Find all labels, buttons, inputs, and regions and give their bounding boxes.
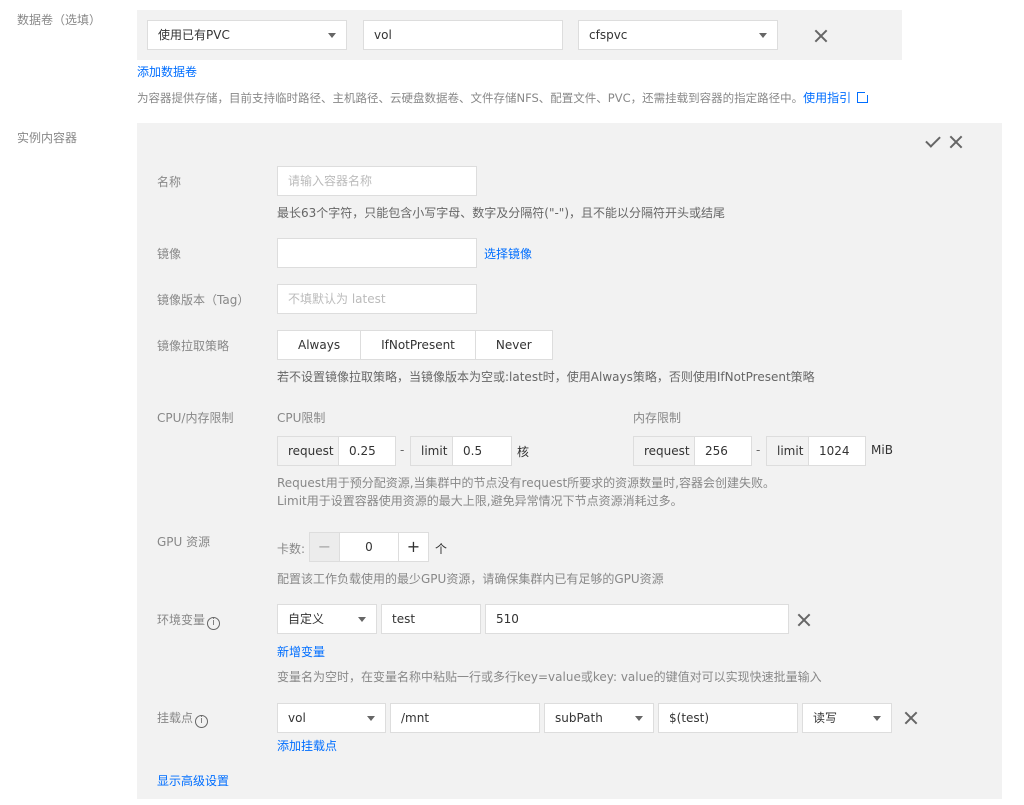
info-icon[interactable]: i — [195, 715, 209, 728]
mem-limit-addon: limit — [766, 436, 809, 466]
env-key-input[interactable]: test — [381, 604, 481, 634]
volumes-label: 数据卷（选填） — [17, 13, 102, 27]
volume-type-select[interactable]: 使用已有PVC — [147, 20, 347, 50]
pull-policy-hint: 若不设置镜像拉取策略，当镜像版本为空或:latest时，使用Always策略，否… — [277, 370, 815, 384]
env-value-textarea[interactable]: 510 — [485, 604, 789, 634]
info-icon[interactable]: i — [207, 617, 221, 630]
cpu-dash: - — [400, 443, 405, 457]
pull-policy-segment: Always IfNotPresent Never — [277, 330, 553, 360]
mount-volume-select[interactable]: vol — [277, 703, 386, 733]
env-hint: 变量名为空时，在变量名称中粘贴一行或多行key=value或key: value… — [277, 670, 822, 684]
cpu-request-addon: request — [277, 436, 339, 466]
container-name-input[interactable]: 请输入容器名称 — [277, 166, 477, 196]
mem-dash: - — [756, 443, 761, 457]
remove-env-icon[interactable] — [796, 612, 812, 628]
image-input[interactable] — [277, 238, 477, 268]
add-volume-link[interactable]: 添加数据卷 — [137, 63, 197, 80]
cpu-limit-input[interactable]: 0.5 — [452, 436, 512, 466]
tag-input[interactable]: 不填默认为 latest — [277, 284, 477, 314]
cpu-limit-title: CPU限制 — [277, 411, 326, 425]
pull-policy-ifnotpresent[interactable]: IfNotPresent — [361, 331, 476, 359]
mem-limit-input[interactable]: 1024 — [808, 436, 866, 466]
mount-subpath-select[interactable]: subPath — [544, 703, 654, 733]
mem-request-input[interactable]: 256 — [694, 436, 752, 466]
cpu-unit: 核 — [517, 445, 530, 459]
add-env-link[interactable]: 新增变量 — [277, 643, 325, 660]
mount-path-input[interactable]: /mnt — [390, 703, 540, 733]
gpu-count-input[interactable]: 0 — [339, 532, 399, 562]
mount-mode-select[interactable]: 读写 — [802, 703, 892, 733]
env-type-select[interactable]: 自定义 — [277, 604, 377, 634]
env-label: 环境变量 i — [157, 611, 221, 630]
cpu-limit-addon: limit — [410, 436, 453, 466]
pull-policy-never[interactable]: Never — [476, 331, 552, 359]
name-hint: 最长63个字符，只能包含小写字母、数字及分隔符("-")，且不能以分隔符开头或结… — [277, 206, 726, 220]
select-image-link[interactable]: 选择镜像 — [484, 245, 532, 262]
cpu-request-input[interactable]: 0.25 — [338, 436, 396, 466]
remove-volume-icon[interactable] — [813, 28, 829, 44]
name-label: 名称 — [157, 175, 182, 189]
gpu-label: GPU 资源 — [157, 535, 211, 549]
pull-policy-always[interactable]: Always — [278, 331, 362, 359]
cpu-mem-label: CPU/内存限制 — [157, 411, 234, 425]
tag-label: 镜像版本（Tag） — [157, 293, 250, 307]
volume-name-input[interactable]: vol — [363, 20, 563, 50]
gpu-count-label: 卡数: — [277, 542, 306, 556]
gpu-decrement-button[interactable]: − — [309, 532, 340, 562]
volumes-hint-text: 为容器提供存储，目前支持临时路径、主机路径、云硬盘数据卷、文件存储NFS、配置文… — [137, 91, 804, 105]
mount-label: 挂载点 i — [157, 709, 209, 728]
close-container-icon[interactable] — [948, 134, 964, 150]
gpu-hint: 配置该工作负载使用的最少GPU资源，请确保集群内已有足够的GPU资源 — [277, 572, 664, 586]
container-label: 实例内容器 — [17, 131, 78, 145]
cpu-mem-hint-1: Request用于预分配资源,当集群中的节点没有request所要求的资源数量时… — [277, 476, 775, 490]
mem-limit-title: 内存限制 — [633, 411, 682, 425]
mem-request-addon: request — [633, 436, 695, 466]
volumes-hint: 为容器提供存储，目前支持临时路径、主机路径、云硬盘数据卷、文件存储NFS、配置文… — [137, 89, 871, 107]
pvc-select[interactable]: cfspvc — [578, 20, 778, 50]
external-link-icon — [857, 90, 871, 103]
add-mount-link[interactable]: 添加挂载点 — [277, 737, 337, 754]
usage-guide-link[interactable]: 使用指引 — [803, 90, 871, 105]
mount-subpath-input[interactable]: $(test) — [658, 703, 798, 733]
container-panel — [137, 123, 1002, 799]
gpu-unit: 个 — [435, 542, 448, 556]
volume-row: 使用已有PVC vol cfspvc — [137, 10, 902, 60]
gpu-increment-button[interactable]: + — [398, 532, 429, 562]
show-advanced-link[interactable]: 显示高级设置 — [157, 772, 229, 789]
pull-policy-label: 镜像拉取策略 — [157, 339, 230, 353]
mem-unit: MiB — [871, 443, 893, 457]
cpu-mem-hint-2: Limit用于设置容器使用资源的最大上限,避免异常情况下节点资源消耗过多。 — [277, 494, 683, 508]
image-label: 镜像 — [157, 247, 182, 261]
remove-mount-icon[interactable] — [903, 710, 919, 726]
